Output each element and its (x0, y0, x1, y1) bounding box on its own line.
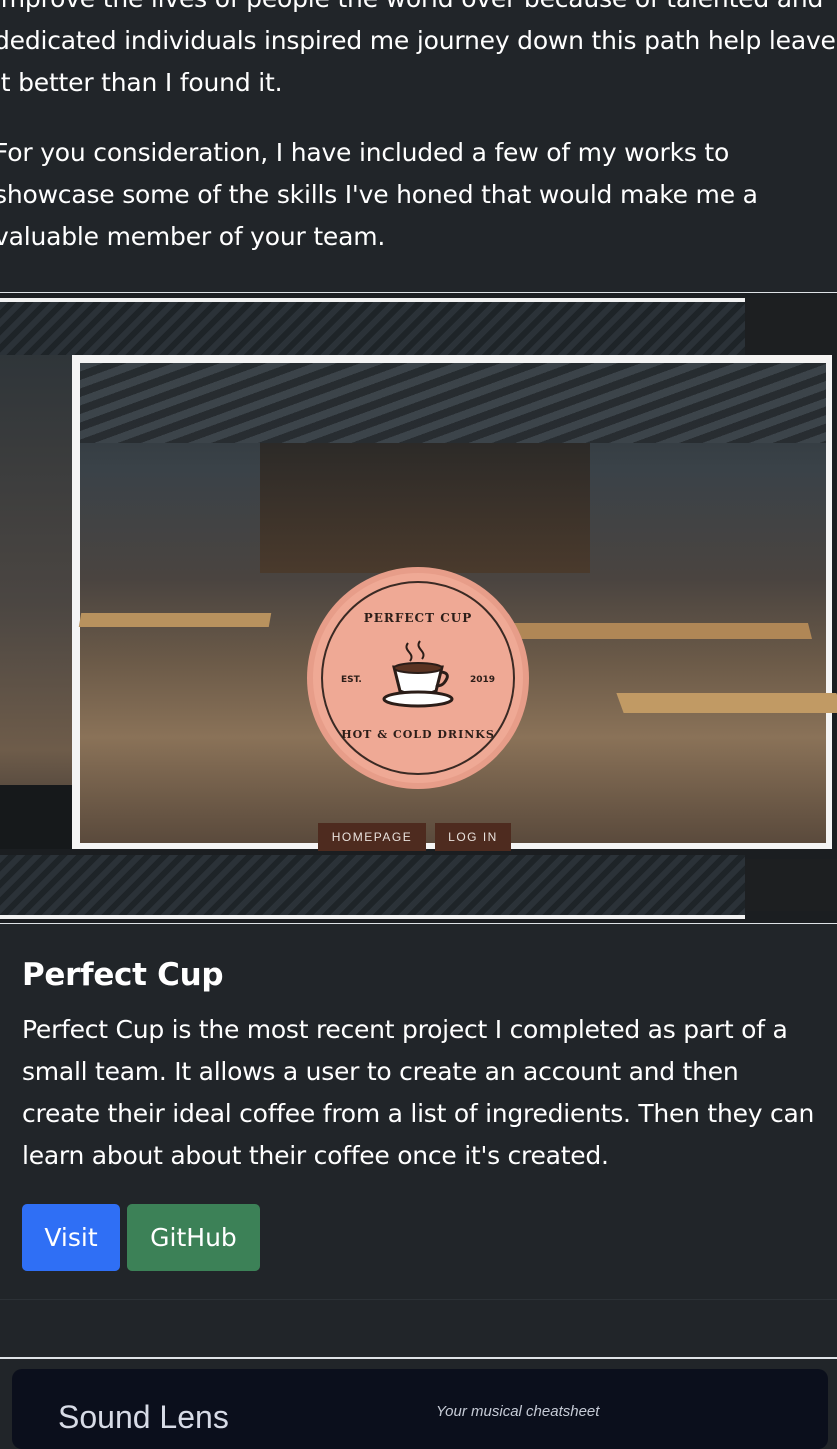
intro-line: For you consideration, I have included a… (0, 138, 730, 167)
visit-button[interactable]: Visit (22, 1204, 120, 1271)
intro-paragraph-1: improve the lives of people the world ov… (0, 0, 837, 104)
logo-year-text: 2019 (469, 675, 495, 685)
coffee-cup-icon (382, 640, 454, 708)
perfect-cup-logo: PERFECT CUP EST. 2019 HOT & COLD DRINKS (313, 573, 523, 783)
intro-line: it better than I found it. (0, 68, 283, 97)
description-line: create their ideal coffee from a list of… (22, 1099, 815, 1128)
screenshot-edge (745, 298, 837, 350)
description-line: learn about about their coffee once it's… (22, 1141, 609, 1170)
intro-line: improve the lives of people the world ov… (0, 0, 823, 13)
project-description: Perfect Cup is the most recent project I… (22, 1009, 822, 1177)
intro-line: dedicated individuals inspired me journe… (0, 26, 836, 55)
section-divider (0, 1357, 837, 1359)
logo-top-text: PERFECT CUP (363, 611, 473, 625)
next-project-screenshot: Sound Lens Your musical cheatsheet (12, 1369, 828, 1449)
screenshot-footer-strip (0, 855, 745, 919)
project-screenshot: PERFECT CUP EST. 2019 HOT & COLD DRINKS … (0, 293, 837, 923)
intro-text: improve the lives of people the world ov… (0, 0, 837, 286)
project-card-body: Perfect Cup Perfect Cup is the most rece… (22, 951, 822, 1271)
description-line: small team. It allows a user to create a… (22, 1057, 739, 1086)
next-project-brand: Sound Lens (58, 1399, 229, 1435)
site-homepage-button: HOMEPAGE (318, 823, 426, 851)
description-line: Perfect Cup is the most recent project I… (22, 1015, 788, 1044)
site-login-button: LOG IN (435, 823, 511, 851)
intro-line: valuable member of your team. (0, 222, 386, 251)
screenshot-header-strip (0, 298, 745, 360)
next-project-tagline: Your musical cheatsheet (436, 1403, 600, 1420)
intro-line: showcase some of the skills I've honed t… (0, 180, 758, 209)
screenshot-edge (745, 859, 837, 911)
intro-paragraph-2: For you consideration, I have included a… (0, 132, 837, 258)
section-divider (0, 923, 837, 924)
screenshot-left-photo (0, 355, 72, 849)
logo-est-text: EST. (341, 675, 362, 685)
github-button[interactable]: GitHub (127, 1204, 260, 1271)
logo-bottom-text: HOT & COLD DRINKS (341, 728, 495, 741)
card-footer (0, 1300, 837, 1357)
project-title: Perfect Cup (22, 957, 224, 993)
